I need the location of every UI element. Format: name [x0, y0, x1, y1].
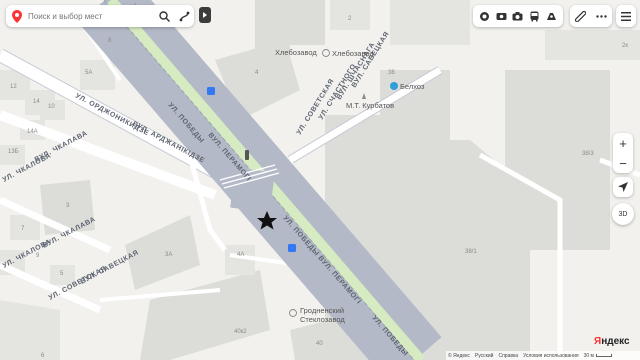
navigation-arrow-icon: [618, 182, 628, 192]
search-icon[interactable]: [154, 5, 174, 27]
house-number: 14А: [27, 129, 38, 135]
3d-button[interactable]: 3D: [612, 203, 634, 225]
house-number: 13Б: [8, 149, 19, 155]
house-number: 38: [388, 70, 395, 76]
zoom-control: + −: [613, 133, 633, 173]
menu-button[interactable]: [616, 5, 636, 27]
building-2: [330, 0, 370, 30]
help-link[interactable]: Справка: [498, 353, 518, 359]
panorama-icon[interactable]: [493, 8, 509, 24]
zoom-in-button[interactable]: +: [613, 133, 633, 153]
building-4a: [225, 245, 255, 275]
bus-stop-icon[interactable]: [207, 87, 215, 95]
house-number: 14: [33, 99, 40, 105]
geolocation-button[interactable]: [613, 177, 633, 197]
poi-label: Хлебозавод: [332, 49, 374, 58]
house-number: 38/3: [582, 151, 594, 157]
poi-label: Стеклозавод: [300, 315, 345, 324]
building-bottom-left: [0, 300, 60, 360]
traffic-light-icon: [245, 150, 249, 160]
poi-label: М.Т. Курбатов: [346, 101, 394, 110]
house-number: 5А: [85, 70, 92, 76]
language-selector[interactable]: Русский: [475, 353, 494, 359]
map-canvas[interactable]: 2 4 12 14 10 14А 13Б 5А 3 7 9 5 3А 4А 38…: [0, 0, 640, 360]
photo-icon[interactable]: [510, 8, 526, 24]
traffic-icon[interactable]: [544, 8, 560, 24]
house-number: 38/1: [465, 249, 477, 255]
house-number: 3А: [165, 252, 172, 258]
search-input[interactable]: [28, 11, 154, 21]
building-10: [40, 100, 65, 120]
zoom-out-button[interactable]: −: [613, 153, 633, 173]
poi-label: Хлебозавод: [275, 48, 317, 57]
transit-icon[interactable]: [527, 8, 543, 24]
logo-rest: ндекс: [601, 336, 630, 347]
building-top-right: [390, 0, 470, 45]
house-number: 4А: [237, 252, 244, 258]
scale-indicator: 30 м: [584, 353, 612, 359]
chevron-right-icon: [203, 12, 207, 18]
hamburger-icon: [621, 11, 631, 21]
terms-link[interactable]: Условия использования: [523, 353, 579, 359]
layers-icon[interactable]: [476, 8, 492, 24]
more-icon[interactable]: [594, 8, 610, 24]
copyright-text: © Яндекс: [448, 352, 470, 359]
bus-stop-icon[interactable]: [288, 244, 296, 252]
poi-label: Гродненский: [300, 306, 344, 315]
poi-belkhoz[interactable]: Белхоз: [390, 82, 425, 91]
house-number: 40к2: [234, 329, 247, 335]
building-13b: [0, 145, 25, 165]
scale-bar: [595, 354, 612, 357]
ruler-icon[interactable]: [573, 8, 589, 24]
house-number: 2к: [622, 43, 628, 49]
route-icon[interactable]: [174, 5, 194, 27]
search-box[interactable]: [6, 5, 194, 27]
scale-label: 30 м: [583, 352, 594, 359]
house-number: 10: [48, 104, 55, 110]
layers-toolbar: [473, 5, 563, 27]
house-number: 12: [10, 84, 17, 90]
tools-toolbar: [570, 5, 612, 27]
map-footer: © Яндекс Русский Справка Условия использ…: [446, 351, 640, 360]
panel-toggle-button[interactable]: [199, 7, 211, 23]
poi-label: Белхоз: [400, 82, 425, 91]
location-pin-icon: [6, 5, 28, 27]
shop-icon: [390, 82, 398, 90]
yandex-logo[interactable]: Яндекс: [594, 336, 630, 347]
house-number: 40: [316, 341, 323, 347]
